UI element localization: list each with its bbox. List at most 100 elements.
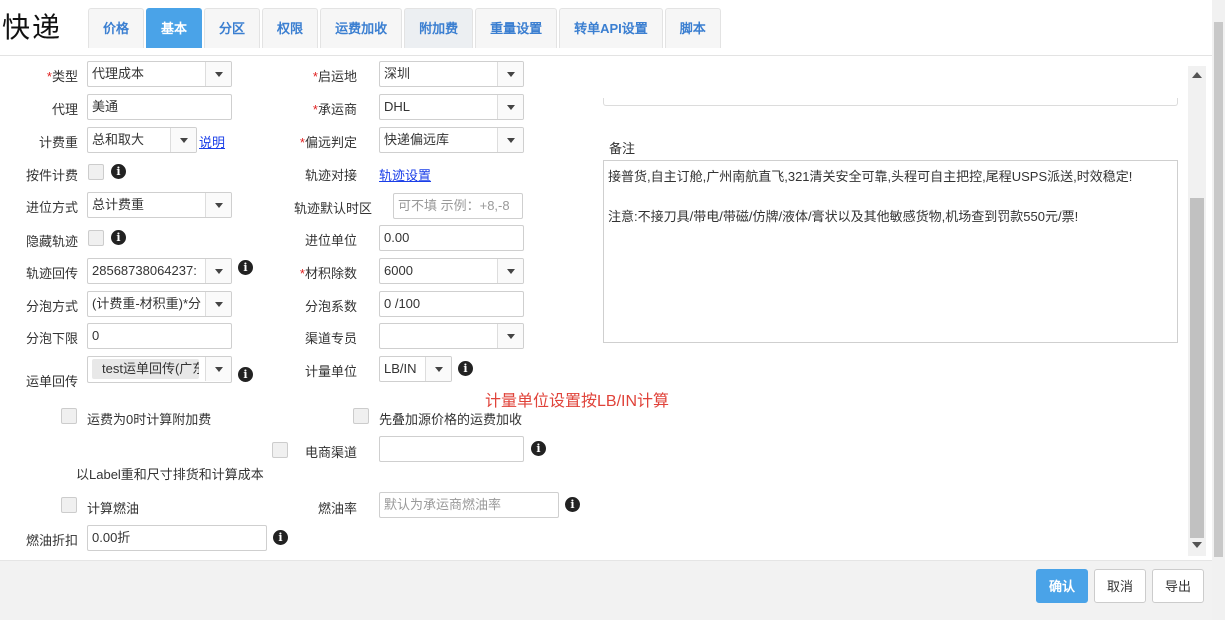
volumetric-label: *材积除数	[299, 266, 357, 281]
info-icon[interactable]: i	[111, 230, 126, 245]
tracking-callback-select[interactable]: 28568738064237:	[87, 258, 232, 284]
type-select[interactable]: 代理成本	[87, 61, 232, 87]
carrier-select[interactable]: DHL	[379, 94, 524, 120]
tab-zones[interactable]: 分区	[204, 8, 261, 48]
origin-select[interactable]: 深圳	[379, 61, 524, 87]
fuel-discount-input[interactable]: 0.00折	[87, 525, 267, 551]
bubble-floor-label: 分泡下限	[25, 331, 78, 346]
remarks-line: 接普货,自主订舱,广州南航直飞,321清关安全可靠,头程可自主把控,尾程USPS…	[608, 169, 1133, 184]
export-button[interactable]: 导出	[1152, 569, 1205, 603]
tracking-default-input[interactable]: 可不填 示例：+8,-8	[393, 193, 523, 219]
form-scrollbar[interactable]	[1188, 66, 1206, 556]
measure-unit-note: 计量单位设置按LB/IN计算	[485, 393, 670, 410]
cancel-button[interactable]: 取消	[1094, 569, 1147, 603]
rounding-label: 进位方式	[25, 200, 78, 215]
rounding-unit-input[interactable]: 0.00	[379, 225, 524, 251]
tracking-setup-link[interactable]: 轨迹设置	[379, 165, 431, 184]
channel-owner-label: 渠道专员	[304, 331, 357, 346]
chevron-down-icon	[170, 128, 196, 152]
express-settings-window: 快递 价格 基本 分区 权限 运费加收 附加费 重量设置 转单API设置 脚本 …	[0, 0, 1225, 620]
info-icon[interactable]: i	[273, 530, 288, 545]
tab-basic[interactable]: 基本	[146, 8, 203, 48]
type-label: *类型	[46, 69, 78, 84]
bubble-coef-input[interactable]: 0 /100	[379, 291, 524, 317]
per-piece-label: 按件计费	[25, 168, 78, 183]
info-icon[interactable]: i	[531, 441, 546, 456]
stack-source-checkbox[interactable]	[353, 408, 369, 424]
bubble-method-label: 分泡方式	[25, 299, 78, 314]
ecommerce-label: 电商渠道	[304, 445, 357, 460]
previous-field-edge	[603, 98, 1178, 106]
scroll-up-icon[interactable]	[1192, 72, 1202, 78]
info-icon[interactable]: i	[238, 367, 253, 382]
tab-bar: 价格 基本 分区 权限 运费加收 附加费 重量设置 转单API设置 脚本	[88, 8, 723, 48]
tab-price[interactable]: 价格	[88, 8, 145, 48]
remarks-label: 备注	[609, 141, 636, 156]
title-bar: 快递 价格 基本 分区 权限 运费加收 附加费 重量设置 转单API设置 脚本	[0, 0, 1212, 58]
chevron-down-icon	[497, 128, 523, 152]
bubble-coef-label: 分泡系数	[304, 299, 357, 314]
remarks-line: 注意:不接刀具/带电/带磁/仿牌/液体/膏状以及其他敏感货物,机场查到罚款550…	[608, 209, 1079, 224]
chevron-down-icon	[497, 95, 523, 119]
tab-additional-fees[interactable]: 附加费	[404, 8, 474, 48]
hide-tracking-label: 隐藏轨迹	[25, 234, 78, 249]
tab-weight-settings[interactable]: 重量设置	[475, 8, 558, 48]
tracking-dock-label: 轨迹对接	[304, 168, 357, 183]
tab-freight-surcharge[interactable]: 运费加收	[320, 8, 403, 48]
waybill-callback-label: 运单回传	[25, 374, 78, 389]
fuel-calc-label: 计算燃油	[87, 501, 140, 516]
confirm-button[interactable]: 确认	[1036, 569, 1089, 603]
channel-owner-select[interactable]	[379, 323, 524, 349]
window-scrollbar[interactable]	[1212, 0, 1225, 620]
origin-label: *启运地	[312, 69, 357, 84]
scrollbar-thumb[interactable]	[1190, 198, 1204, 538]
chevron-down-icon	[205, 357, 231, 381]
zero-freight-label: 运费为0时计算附加费	[87, 412, 212, 427]
chevron-down-icon	[497, 259, 523, 283]
billing-weight-select[interactable]: 总和取大	[87, 127, 197, 153]
ecommerce-input[interactable]	[379, 436, 524, 462]
hide-tracking-checkbox[interactable]	[88, 230, 104, 246]
bubble-method-select[interactable]: (计费重-材积重)*分	[87, 291, 232, 317]
label-weight-label: 以Label重和尺寸排货和计算成本	[76, 467, 264, 482]
fuel-rate-input[interactable]: 默认为承运商燃油率	[379, 492, 559, 518]
stack-source-label: 先叠加源价格的运费加收	[379, 412, 523, 427]
tab-script[interactable]: 脚本	[664, 8, 721, 48]
form-panel: *类型 代理成本 代理 美通 计费重 总和取大 说明 按件计费 i 进位方式 总…	[0, 55, 1212, 560]
rounding-unit-label: 进位单位	[304, 233, 357, 248]
info-icon[interactable]: i	[238, 260, 253, 275]
info-icon[interactable]: i	[111, 164, 126, 179]
info-icon[interactable]: i	[458, 361, 473, 376]
scrollbar-thumb[interactable]	[1214, 22, 1223, 557]
scroll-down-icon[interactable]	[1192, 542, 1202, 548]
remarks-textarea[interactable]: 接普货,自主订舱,广州南航直飞,321清关安全可靠,头程可自主把控,尾程USPS…	[603, 160, 1178, 343]
measure-unit-label: 计量单位	[304, 364, 357, 379]
agent-input[interactable]: 美通	[87, 94, 232, 120]
fuel-rate-label: 燃油率	[317, 501, 357, 516]
carrier-label: *承运商	[312, 102, 357, 117]
chevron-down-icon	[205, 62, 231, 86]
explain-link[interactable]: 说明	[199, 132, 225, 151]
chevron-down-icon	[425, 357, 451, 381]
agent-label: 代理	[51, 102, 78, 117]
fuel-calc-checkbox[interactable]	[61, 497, 77, 513]
app-title: 快递	[2, 11, 63, 44]
billing-weight-label: 计费重	[38, 135, 78, 150]
label-weight-checkbox[interactable]	[272, 442, 288, 458]
info-icon[interactable]: i	[565, 497, 580, 512]
remote-label: *偏远判定	[299, 135, 357, 150]
rounding-select[interactable]: 总计费重	[87, 192, 232, 218]
zero-freight-checkbox[interactable]	[61, 408, 77, 424]
volumetric-select[interactable]: 6000	[379, 258, 524, 284]
measure-unit-select[interactable]: LB/IN	[379, 356, 452, 382]
footer-bar: 确认 取消 导出	[0, 560, 1212, 620]
tab-permissions[interactable]: 权限	[262, 8, 319, 48]
chevron-down-icon	[205, 259, 231, 283]
chevron-down-icon	[205, 292, 231, 316]
bubble-floor-input[interactable]: 0	[87, 323, 232, 349]
waybill-callback-select[interactable]: test运单回传(广东	[87, 356, 232, 383]
tab-forward-api[interactable]: 转单API设置	[559, 8, 663, 48]
per-piece-checkbox[interactable]	[88, 164, 104, 180]
remote-select[interactable]: 快递偏远库	[379, 127, 524, 153]
chevron-down-icon	[205, 193, 231, 217]
